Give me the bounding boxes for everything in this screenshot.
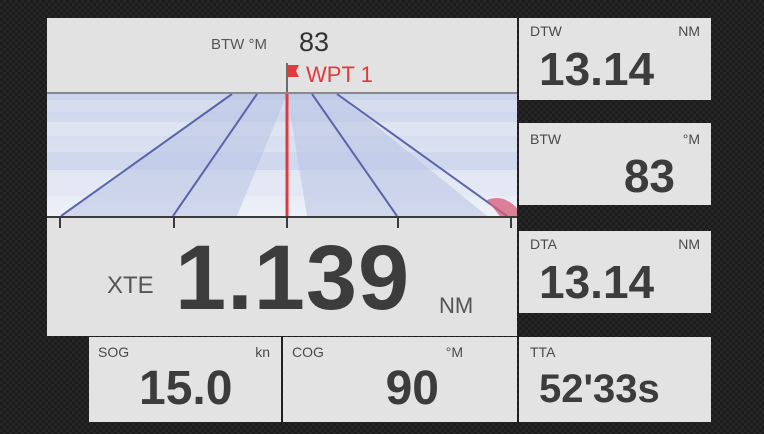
cog-label: COG [292, 344, 324, 360]
btw-panel[interactable]: BTW °M 83 [519, 123, 711, 205]
cog-unit: °M [445, 344, 463, 360]
dta-value: 13.14 [539, 256, 655, 308]
highway-panel[interactable]: BTW °M 83 WPT 1 XTE 1.139 NM [47, 18, 517, 336]
sog-value: 15.0 [139, 362, 233, 415]
dtw-panel[interactable]: DTW NM 13.14 [519, 18, 711, 100]
tta-panel[interactable]: TTA 52'33s [519, 337, 711, 422]
waypoint-flag-icon [286, 63, 299, 93]
sog-panel[interactable]: SOG kn 15.0 [89, 337, 281, 422]
xte-value: 1.139 [175, 227, 411, 329]
dtw-label: DTW [530, 23, 562, 39]
tta-label: TTA [530, 344, 556, 360]
tta-value: 52'33s [539, 367, 660, 411]
cog-panel[interactable]: COG °M 90 [283, 337, 517, 422]
btw-label: BTW [530, 131, 562, 147]
highway-band [47, 152, 517, 170]
cog-value: 90 [385, 362, 439, 415]
highway-band [47, 122, 517, 136]
highway-header: BTW °M 83 WPT 1 [47, 18, 517, 93]
sog-unit: kn [255, 344, 270, 360]
btw-header-value: 83 [299, 27, 330, 57]
dta-panel[interactable]: DTA NM 13.14 [519, 231, 711, 313]
xte-unit: NM [439, 293, 474, 318]
sog-label: SOG [98, 344, 130, 360]
highway-lane-graphic [47, 92, 517, 216]
btw-unit: °M [682, 131, 700, 147]
waypoint-name: WPT 1 [306, 62, 373, 87]
btw-header-label: BTW °M [211, 36, 267, 53]
btw-value: 83 [623, 150, 675, 202]
dta-unit: NM [678, 236, 700, 252]
dtw-unit: NM [678, 23, 700, 39]
dta-label: DTA [530, 236, 557, 252]
dtw-value: 13.14 [539, 43, 655, 95]
xte-display: XTE 1.139 NM [47, 218, 517, 336]
xte-label: XTE [107, 272, 154, 299]
